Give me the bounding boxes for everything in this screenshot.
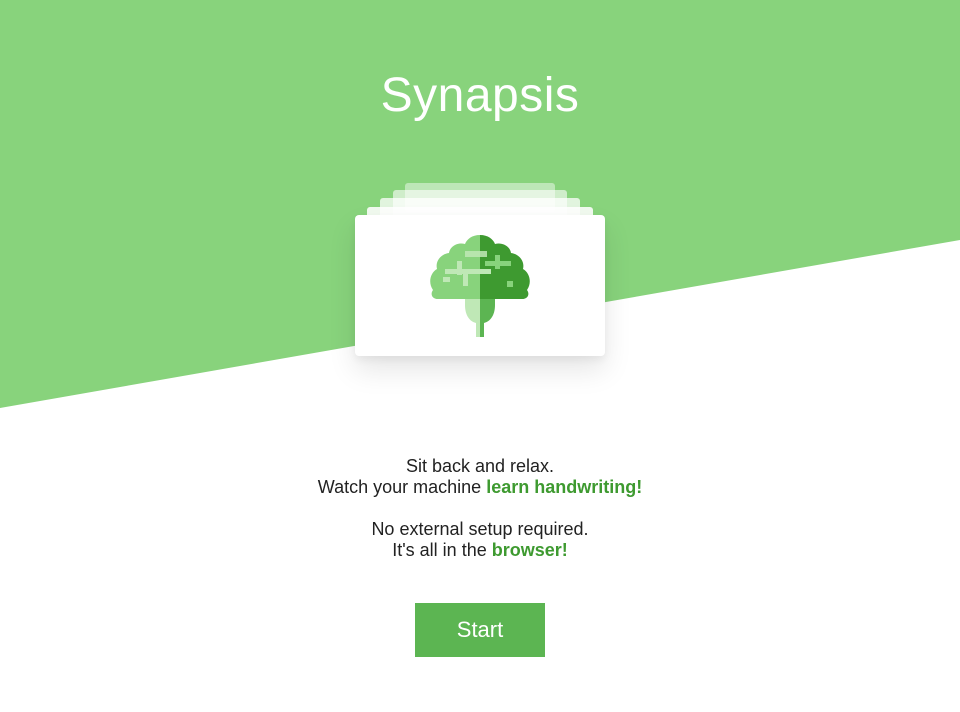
intro-line-3-text: No external setup required. bbox=[371, 519, 589, 539]
intro-line-4-prefix: It's all in the bbox=[392, 540, 492, 560]
intro-line-2: Watch your machine learn handwriting! bbox=[0, 477, 960, 498]
intro-line-1-text: Sit back and relax. bbox=[405, 456, 555, 476]
intro-line-4: It's all in the browser! bbox=[0, 540, 960, 561]
landing-page: Synapsis Sit back and relax. Watch your … bbox=[0, 0, 960, 712]
intro-line-4-highlight: browser! bbox=[491, 540, 568, 560]
hero-card bbox=[355, 215, 605, 356]
app-title: Synapsis bbox=[380, 69, 580, 123]
start-button[interactable]: Start bbox=[415, 603, 545, 657]
intro-line-2-highlight: learn handwriting! bbox=[486, 477, 643, 497]
intro-line-1: Sit back and relax. bbox=[0, 456, 960, 477]
intro-text: Sit back and relax. Watch your machine l… bbox=[0, 456, 960, 561]
intro-line-3: No external setup required. bbox=[0, 519, 960, 540]
brain-tree-icon bbox=[430, 235, 530, 337]
intro-spacer bbox=[0, 498, 960, 519]
intro-line-2-prefix: Watch your machine bbox=[317, 477, 487, 497]
hero-card-stack bbox=[355, 183, 605, 356]
